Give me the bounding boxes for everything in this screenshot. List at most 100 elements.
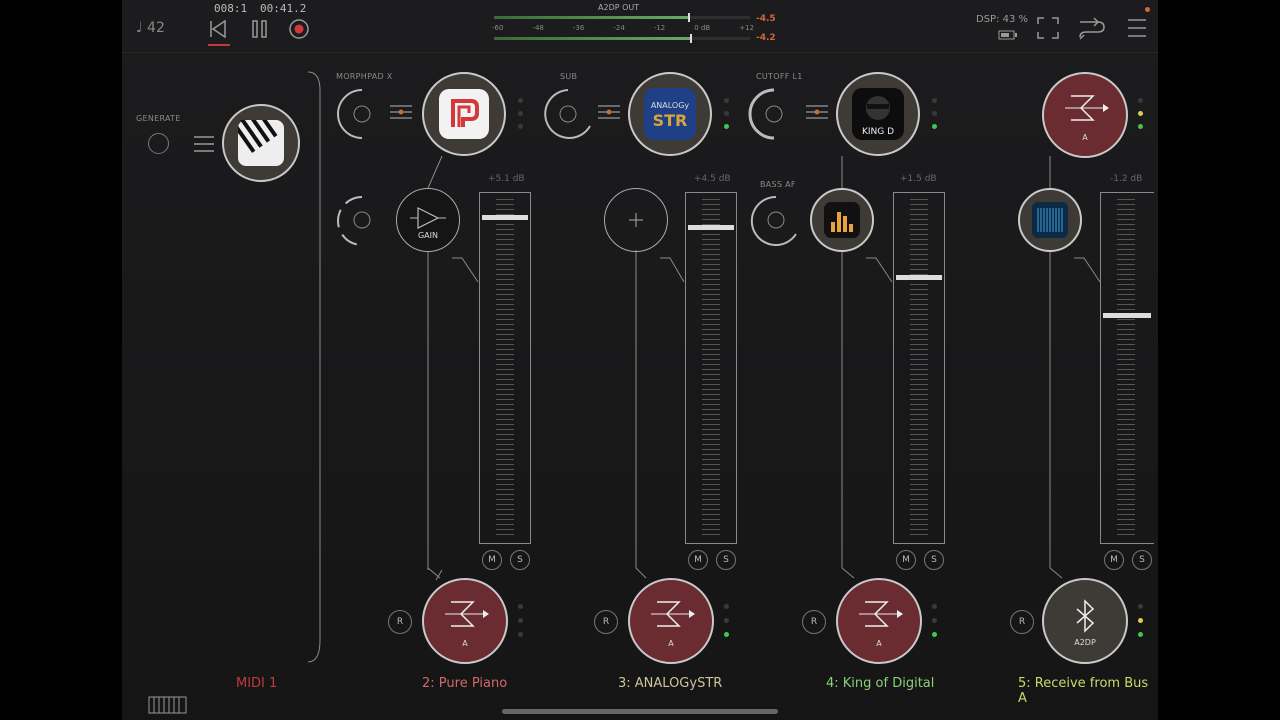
fader-track-ch5[interactable] [1100,192,1154,544]
pure-piano-icon [439,89,489,139]
king-of-digital-icon: KING D [852,88,904,140]
cutoff-label: CUTOFF L1 [756,72,803,81]
status-dot [518,632,523,637]
solo-button-ch2[interactable]: S [510,550,530,570]
status-dot [1138,604,1143,609]
bus-send-node-ch4[interactable]: A [836,578,922,664]
channel-name-midi[interactable]: MIDI 1 [236,676,277,691]
status-dot-warn [1138,618,1143,623]
status-dot-active [724,632,729,637]
status-dot [518,604,523,609]
svg-text:ANALOGy: ANALOGy [651,101,690,110]
spectrum-icon [1032,202,1068,238]
plugin-params-icon[interactable] [598,102,620,122]
bus-send-node-ch2[interactable]: A [422,578,508,664]
status-dot-active [1138,124,1143,129]
channel-db: +4.5 dB [694,174,731,184]
status-dot [1138,98,1143,103]
eq-bars-icon [824,202,860,238]
mute-button-ch4[interactable]: M [896,550,916,570]
bass-af-label: BASS AF [760,180,796,189]
plugin-params-icon[interactable] [390,102,412,122]
sub-label: SUB [560,72,578,81]
sum-icon [859,601,903,627]
bus-label: A [1082,133,1088,142]
fader-track-ch2[interactable] [479,192,531,544]
bus-send-node-ch3[interactable]: A [628,578,714,664]
status-dot [932,618,937,623]
status-dot [518,618,523,623]
morphpad-knob[interactable] [334,86,390,142]
status-dot [724,604,729,609]
analogystr-plugin-node[interactable]: ANALOGy STR [628,72,712,156]
plugin-params-icon[interactable] [806,102,828,122]
status-dot-warn [1138,111,1143,116]
svg-text:A2DP: A2DP [1074,638,1096,647]
channel-db: -1.2 dB [1110,174,1143,184]
list-icon[interactable] [194,134,214,154]
analogystr-icon: ANALOGy STR [644,88,696,140]
sum-icon [651,601,695,627]
solo-button-ch5[interactable]: S [1132,550,1152,570]
generate-label: GENERATE [136,114,181,123]
add-plugin-button-ch3[interactable] [604,188,668,252]
mute-button-ch3[interactable]: M [688,550,708,570]
record-arm-button-ch3[interactable]: R [594,610,618,634]
fader-track-ch3[interactable] [685,192,737,544]
pure-piano-plugin-node[interactable] [422,72,506,156]
channel-name-ch2[interactable]: 2: Pure Piano [422,676,507,691]
fader-handle[interactable] [688,225,734,230]
status-dot [518,98,523,103]
king-of-digital-plugin-node[interactable]: KING D [836,72,920,156]
home-indicator[interactable] [502,709,778,714]
status-dot [932,98,937,103]
status-dot [724,111,729,116]
eq-plugin-node-ch4[interactable] [810,188,874,252]
mixer-app: ♩ 42 008:1 00:41.2 A2DP OUT -60 -48 -36 … [122,0,1158,720]
channel-name-ch4[interactable]: 4: King of Digital [826,676,934,691]
generate-knob[interactable] [148,133,169,154]
a2dp-output-node[interactable]: A2DP [1042,578,1128,664]
midi-generator-node[interactable] [222,104,300,182]
solo-button-ch3[interactable]: S [716,550,736,570]
fader-handle[interactable] [482,215,528,220]
fader-handle[interactable] [1103,313,1151,318]
status-dot-active [724,124,729,129]
svg-text:STR: STR [653,111,688,130]
solo-button-ch4[interactable]: S [924,550,944,570]
cutoff-knob[interactable] [746,86,802,142]
record-arm-button-ch2[interactable]: R [388,610,412,634]
plus-icon [629,213,643,227]
status-dot [518,111,523,116]
gain-node[interactable]: GAIN [396,188,460,252]
status-dot-active [932,124,937,129]
mute-button-ch5[interactable]: M [1104,550,1124,570]
bus-label: A [462,639,468,648]
mute-button-ch2[interactable]: M [482,550,502,570]
channel-db: +5.1 dB [488,174,525,184]
morphpad-label: MORPHPAD X [336,72,393,81]
sum-icon [445,601,489,627]
visualizer-plugin-node-ch5[interactable] [1018,188,1082,252]
bus-receive-node-ch5[interactable]: A [1042,72,1128,158]
channel-db: +1.5 dB [900,174,937,184]
gain-label: GAIN [418,231,438,240]
keyboard-icon[interactable] [148,696,188,714]
sum-icon [1065,95,1109,121]
sub-knob[interactable] [540,86,596,142]
status-dot [932,604,937,609]
piano-keys-icon [238,120,284,166]
fader-handle[interactable] [896,275,942,280]
status-dot [724,98,729,103]
channel-name-ch5[interactable]: 5: Receive from Bus A [1018,676,1158,706]
status-dot [932,111,937,116]
gain-param-knob[interactable] [334,194,390,248]
bluetooth-icon: A2DP [1074,599,1096,647]
svg-text:KING D: KING D [862,127,894,137]
status-dot [518,124,523,129]
channel-name-ch3[interactable]: 3: ANALOGySTR [618,676,722,691]
record-arm-button-ch5[interactable]: R [1010,610,1034,634]
record-arm-button-ch4[interactable]: R [802,610,826,634]
bass-af-knob[interactable] [748,194,804,248]
fader-track-ch4[interactable] [893,192,945,544]
